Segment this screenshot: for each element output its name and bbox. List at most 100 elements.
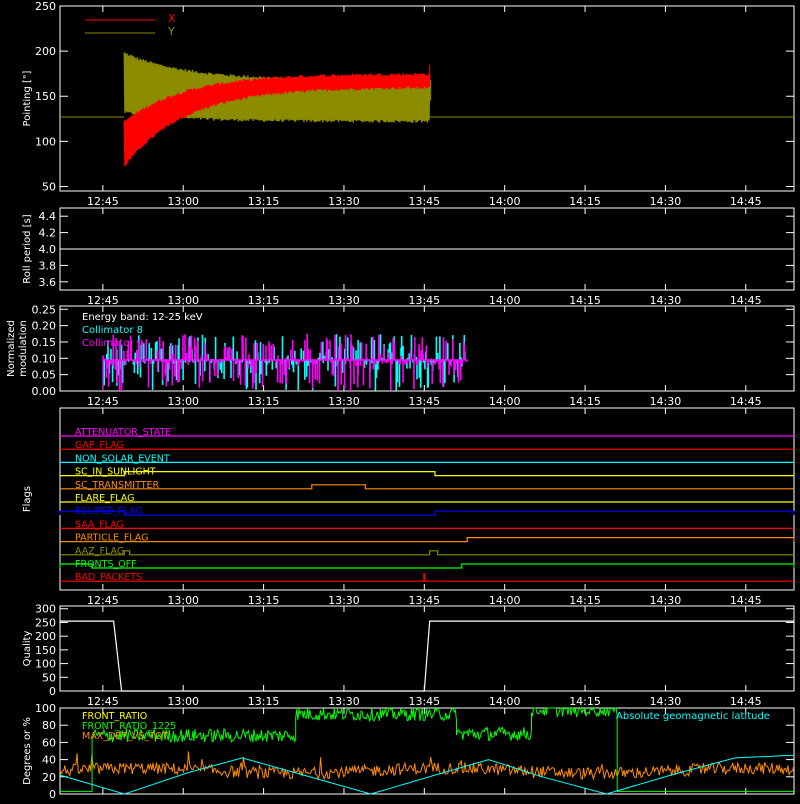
flags-xtick-label: 14:45 [730,594,762,607]
ratios-ytick-label: 40 [42,754,56,767]
quality-xtick-label: 13:15 [248,695,280,708]
chart-stage: 50 100 150 200 250 12:45 13:00 13:15 13:30 13:45 1… [0,0,800,804]
modulation-xtick-label: 13:45 [408,395,440,408]
ratios-ytick-label: 0 [49,788,56,800]
roll-ytick-label: 4.4 [39,210,57,223]
roll-xtick-label: 13:45 [408,294,440,307]
roll-ytick-label: 4.0 [39,243,57,256]
ratios-ytick-label: 100 [35,702,56,715]
roll-ytick-label: 3.8 [39,259,57,272]
flag-label-sc-in-sunlight: SC_IN_SUNLIGHT [75,467,156,478]
flag-label-attenuator-state: ATTENUATOR_STATE [75,427,171,438]
modulation-xtick-label: 13:30 [328,395,360,408]
quality-ytick-label: 150 [35,644,56,657]
legend-collimator-8: Collimator 8 [82,325,143,336]
pointing-xtick-label: 13:15 [248,195,280,208]
modulation-ytick-label: 0.05 [32,369,57,382]
quality-xtick-label: 14:00 [489,695,521,708]
legend-max-det-vs-tot: MAX_DET_VS_TOT [82,731,168,742]
quality-ytick-label: 250 [35,616,56,629]
pointing-ytick-label: 200 [35,45,56,58]
pointing-ytick-label: 50 [42,180,56,193]
flag-label-non-solar-event: NON_SOLAR_EVENT [75,453,170,464]
flag-label-fronts-off: FRONTS_OFF [75,559,137,570]
roll-xtick-label: 13:00 [167,294,199,307]
pointing-xtick-label: 14:45 [730,195,762,208]
quality-xtick-label: 13:30 [328,695,360,708]
modulation-ylabel: modulation [18,320,29,377]
roll-ylabel: Roll period [s] [22,214,33,283]
legend-x-label: X [168,12,176,25]
flag-label-aaz-flag: AAZ_FLAG [75,546,124,557]
flags-xtick-label: 13:30 [328,594,360,607]
legend-collimator-9: Collimator 9 [82,338,143,349]
modulation-xtick-label: 13:00 [167,395,199,408]
pointing-xtick-label: 13:00 [167,195,199,208]
pointing-xtick-label: 13:30 [328,195,360,208]
modulation-xtick-label: 14:45 [730,395,762,408]
flags-xtick-label: 14:15 [569,594,601,607]
flag-label-bad-packets: BAD_PACKETS [75,572,142,583]
quality-xtick-label: 14:15 [569,695,601,708]
ratios-ytick-label: 20 [42,771,56,784]
flag-label-eclipse-flag: ECLIPSE_FLAG [75,506,143,517]
modulation-xtick-label: 14:00 [489,395,521,408]
modulation-ytick-label: 0.10 [32,352,57,365]
quality-xtick-label: 13:45 [408,695,440,708]
flags-xtick-label: 14:30 [650,594,682,607]
flag-label-particle-flag: PARTICLE_FLAG [75,533,148,544]
quality-xtick-label: 12:45 [87,695,119,708]
modulation-ylabel: Normalized [6,320,17,377]
quality-xtick-label: 13:00 [167,695,199,708]
quality-ytick-label: 100 [35,658,56,671]
modulation-ytick-label: 0.25 [32,303,57,316]
modulation-xtick-label: 12:45 [87,395,119,408]
modulation-annotation: Energy band: 12-25 keV [82,312,203,323]
modulation-ytick-label: 0.15 [32,336,57,349]
roll-xtick-label: 13:15 [248,294,280,307]
flag-label-saa-flag: SAA_FLAG [75,519,124,530]
flags-xtick-label: 13:15 [248,594,280,607]
modulation-ytick-label: 0.00 [32,385,57,398]
roll-ytick-label: 4.2 [39,227,57,240]
modulation-xtick-label: 14:15 [569,395,601,408]
modulation-ytick-label: 0.20 [32,320,57,333]
quality-ytick-label: 0 [49,685,56,698]
flags-ylabel: Flags [22,486,33,512]
legend-y-label: Y [167,25,175,38]
roll-ytick-label: 3.6 [39,276,57,289]
pointing-xtick-label: 12:45 [87,195,119,208]
pointing-ylabel: Pointing ["] [22,70,33,126]
chart-svg: 5010015020025012:45 13:00 13:15 13:30 13:45 1… [0,0,800,804]
ratios-ytick-label: 80 [42,719,56,732]
quality-ylabel: Quality [22,631,33,667]
ratios-ylabel: Degrees or % [22,717,33,785]
modulation-xtick-label: 14:30 [650,395,682,408]
pointing-xtick-label: 14:30 [650,195,682,208]
flag-label-gap-flag: GAP_FLAG [75,440,124,451]
roll-xtick-label: 14:45 [730,294,762,307]
pointing-xtick-label: 14:00 [489,195,521,208]
pointing-ytick-label: 150 [35,90,56,103]
quality-ytick-label: 200 [35,630,56,643]
roll-xtick-label: 14:30 [650,294,682,307]
roll-xtick-label: 14:00 [489,294,521,307]
pointing-xtick-label: 14:15 [569,195,601,208]
quality-xtick-label: 14:30 [650,695,682,708]
roll-xtick-label: 14:15 [569,294,601,307]
roll-xtick-label: 13:30 [328,294,360,307]
flags-xtick-label: 12:45 [87,594,119,607]
modulation-xtick-label: 13:15 [248,395,280,408]
flag-label-sc-transmitter: SC_TRANSMITTER [75,480,160,491]
quality-ytick-label: 300 [35,603,56,616]
flags-xtick-label: 13:45 [408,594,440,607]
flags-xtick-label: 14:00 [489,594,521,607]
quality-xtick-label: 14:45 [730,695,762,708]
ratios-ytick-label: 60 [42,736,56,749]
flags-xtick-label: 13:00 [167,594,199,607]
legend-geomagnetic-latitude: Absolute geomagnetic latitude [616,711,770,722]
quality-ytick-label: 50 [42,671,56,684]
pointing-ytick-label: 250 [35,0,56,13]
pointing-ytick-label: 100 [35,135,56,148]
roll-xtick-label: 12:45 [87,294,119,307]
